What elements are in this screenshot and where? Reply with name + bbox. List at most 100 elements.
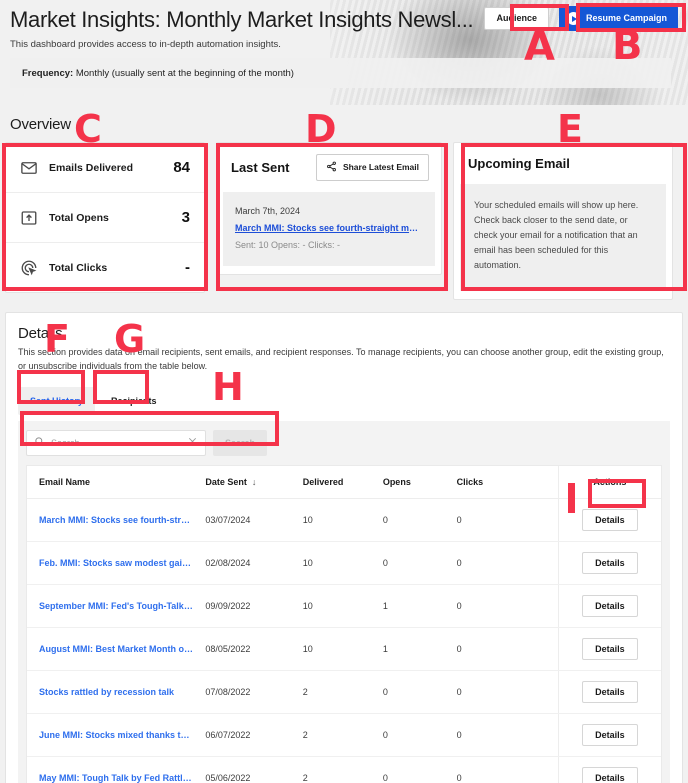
cell-clicks: 0 — [450, 627, 559, 671]
table-row: August MMI: Best Market Month of ... 08/0… — [27, 627, 661, 671]
cell-delivered: 2 — [296, 756, 377, 783]
column-header-email-name[interactable]: Email Name — [27, 466, 200, 499]
cell-opens: 0 — [376, 756, 451, 783]
email-name-link[interactable]: May MMI: Tough Talk by Fed Rattled... — [39, 773, 193, 783]
page-subtitle: This dashboard provides access to in-dep… — [10, 39, 281, 50]
tab-recipients[interactable]: Recipients — [99, 387, 169, 415]
last-sent-email-link[interactable]: March MMI: Stocks see fourth-straight mo… — [235, 223, 423, 233]
cell-date-sent: 02/08/2024 — [199, 541, 297, 585]
table-row: September MMI: Fed's Tough-Talk R... 09/0… — [27, 584, 661, 628]
header-actions: Audience Resume Campaign — [484, 6, 678, 31]
cell-delivered: 2 — [296, 713, 377, 757]
cell-delivered: 2 — [296, 670, 377, 714]
table-row: June MMI: Stocks mixed thanks to I... 06/… — [27, 713, 661, 757]
cell-email-name: Stocks rattled by recession talk — [27, 670, 200, 714]
audience-button[interactable]: Audience — [484, 7, 549, 30]
cell-email-name: September MMI: Fed's Tough-Talk R... — [27, 584, 200, 628]
open-email-icon — [20, 209, 38, 227]
cell-clicks: 0 — [450, 541, 559, 585]
cell-opens: 1 — [376, 627, 451, 671]
play-icon — [566, 12, 580, 25]
table-header-row: Email Name Date Sent ↓ Delivered Opens Cl… — [27, 466, 661, 499]
cell-email-name: March MMI: Stocks see fourth-strai... — [27, 498, 200, 542]
row-details-button[interactable]: Details — [582, 638, 638, 660]
column-header-opens[interactable]: Opens — [376, 466, 451, 499]
overview-stats-card: Emails Delivered 84 Total Opens 3 Total … — [5, 142, 205, 293]
email-name-link[interactable]: September MMI: Fed's Tough-Talk R... — [39, 601, 193, 611]
upcoming-email-card: Upcoming Email Your scheduled emails wil… — [453, 142, 673, 300]
resume-campaign-button[interactable]: Resume Campaign — [558, 6, 678, 31]
cell-clicks: 0 — [450, 584, 559, 628]
share-icon — [326, 161, 337, 174]
cell-actions: Details — [557, 627, 661, 671]
row-details-button[interactable]: Details — [582, 552, 638, 574]
search-button[interactable]: Search — [213, 430, 268, 456]
overview-cards-row: Emails Delivered 84 Total Opens 3 Total … — [0, 142, 688, 300]
search-icon — [34, 434, 45, 452]
last-sent-body: March 7th, 2024 March MMI: Stocks see fo… — [223, 191, 435, 266]
cell-actions: Details — [557, 584, 661, 628]
cell-delivered: 10 — [296, 498, 377, 542]
stat-value: - — [185, 259, 190, 276]
resume-campaign-label: Resume Campaign — [585, 13, 667, 23]
cell-clicks: 0 — [450, 670, 559, 714]
last-sent-card: Last Sent Share Latest Email March 7th, … — [216, 142, 442, 275]
tab-sent-history[interactable]: Sent History — [18, 387, 96, 415]
cell-date-sent: 07/08/2022 — [199, 670, 297, 714]
cell-email-name: June MMI: Stocks mixed thanks to I... — [27, 713, 200, 757]
cell-email-name: August MMI: Best Market Month of ... — [27, 627, 200, 671]
row-details-button[interactable]: Details — [582, 595, 638, 617]
stat-emails-delivered: Emails Delivered 84 — [6, 143, 204, 192]
cell-opens: 0 — [376, 670, 451, 714]
email-name-link[interactable]: Stocks rattled by recession talk — [39, 687, 193, 697]
email-name-link[interactable]: March MMI: Stocks see fourth-strai... — [39, 515, 193, 525]
details-tabs: Sent History Recipients — [18, 387, 670, 415]
column-header-actions: Actions — [557, 466, 661, 499]
cell-actions: Details — [557, 756, 661, 783]
last-sent-title: Last Sent — [231, 159, 290, 175]
column-header-delivered[interactable]: Delivered — [296, 466, 377, 499]
frequency-bar: Frequency: Monthly (usually sent at the … — [10, 58, 671, 88]
last-sent-date: March 7th, 2024 — [235, 205, 301, 216]
overview-heading: Overview — [10, 116, 71, 133]
cell-date-sent: 08/05/2022 — [199, 627, 297, 671]
upcoming-email-title: Upcoming Email — [468, 156, 570, 171]
table-row: March MMI: Stocks see fourth-strai... 03/… — [27, 498, 661, 542]
search-input[interactable] — [51, 438, 181, 448]
table-row: Feb. MMI: Stocks saw modest gains ... 02/… — [27, 541, 661, 585]
search-field[interactable] — [26, 430, 206, 456]
cell-opens: 0 — [376, 541, 451, 585]
row-details-button[interactable]: Details — [582, 681, 638, 703]
share-latest-email-button[interactable]: Share Latest Email — [315, 154, 429, 181]
cell-actions: Details — [557, 670, 661, 714]
cell-email-name: Feb. MMI: Stocks saw modest gains ... — [27, 541, 200, 585]
cell-opens: 0 — [376, 498, 451, 542]
cell-actions: Details — [557, 541, 661, 585]
share-label: Share Latest Email — [342, 162, 419, 172]
stat-value: 3 — [181, 209, 190, 226]
email-name-link[interactable]: August MMI: Best Market Month of ... — [39, 644, 193, 654]
email-name-link[interactable]: June MMI: Stocks mixed thanks to I... — [39, 730, 193, 740]
email-name-link[interactable]: Feb. MMI: Stocks saw modest gains ... — [39, 558, 193, 568]
page-header: Market Insights: Monthly Market Insights… — [0, 0, 688, 105]
row-details-button[interactable]: Details — [582, 724, 638, 746]
frequency-label: Frequency: — [22, 67, 74, 79]
last-sent-meta: Sent: 10 Opens: - Clicks: - — [235, 239, 341, 250]
column-header-date-sent-label: Date Sent — [205, 477, 247, 487]
details-description: This section provides data on email reci… — [18, 347, 664, 371]
frequency-value: Monthly (usually sent at the beginning o… — [75, 67, 294, 79]
sort-desc-icon: ↓ — [251, 477, 257, 487]
upcoming-email-body: Your scheduled emails will show up here.… — [460, 184, 666, 291]
close-icon[interactable] — [187, 434, 198, 452]
row-details-button[interactable]: Details — [582, 509, 638, 531]
search-bar: Search — [26, 430, 662, 456]
column-header-date-sent[interactable]: Date Sent ↓ — [199, 466, 297, 499]
row-details-button[interactable]: Details — [582, 767, 638, 783]
details-heading: Details — [18, 325, 63, 342]
stat-label: Total Opens — [49, 211, 109, 224]
stat-value: 84 — [173, 159, 190, 176]
cell-date-sent: 09/09/2022 — [199, 584, 297, 628]
dashboard-page: Market Insights: Monthly Market Insights… — [0, 0, 688, 783]
column-header-clicks[interactable]: Clicks — [450, 466, 559, 499]
table-row: Stocks rattled by recession talk 07/08/20… — [27, 670, 661, 714]
